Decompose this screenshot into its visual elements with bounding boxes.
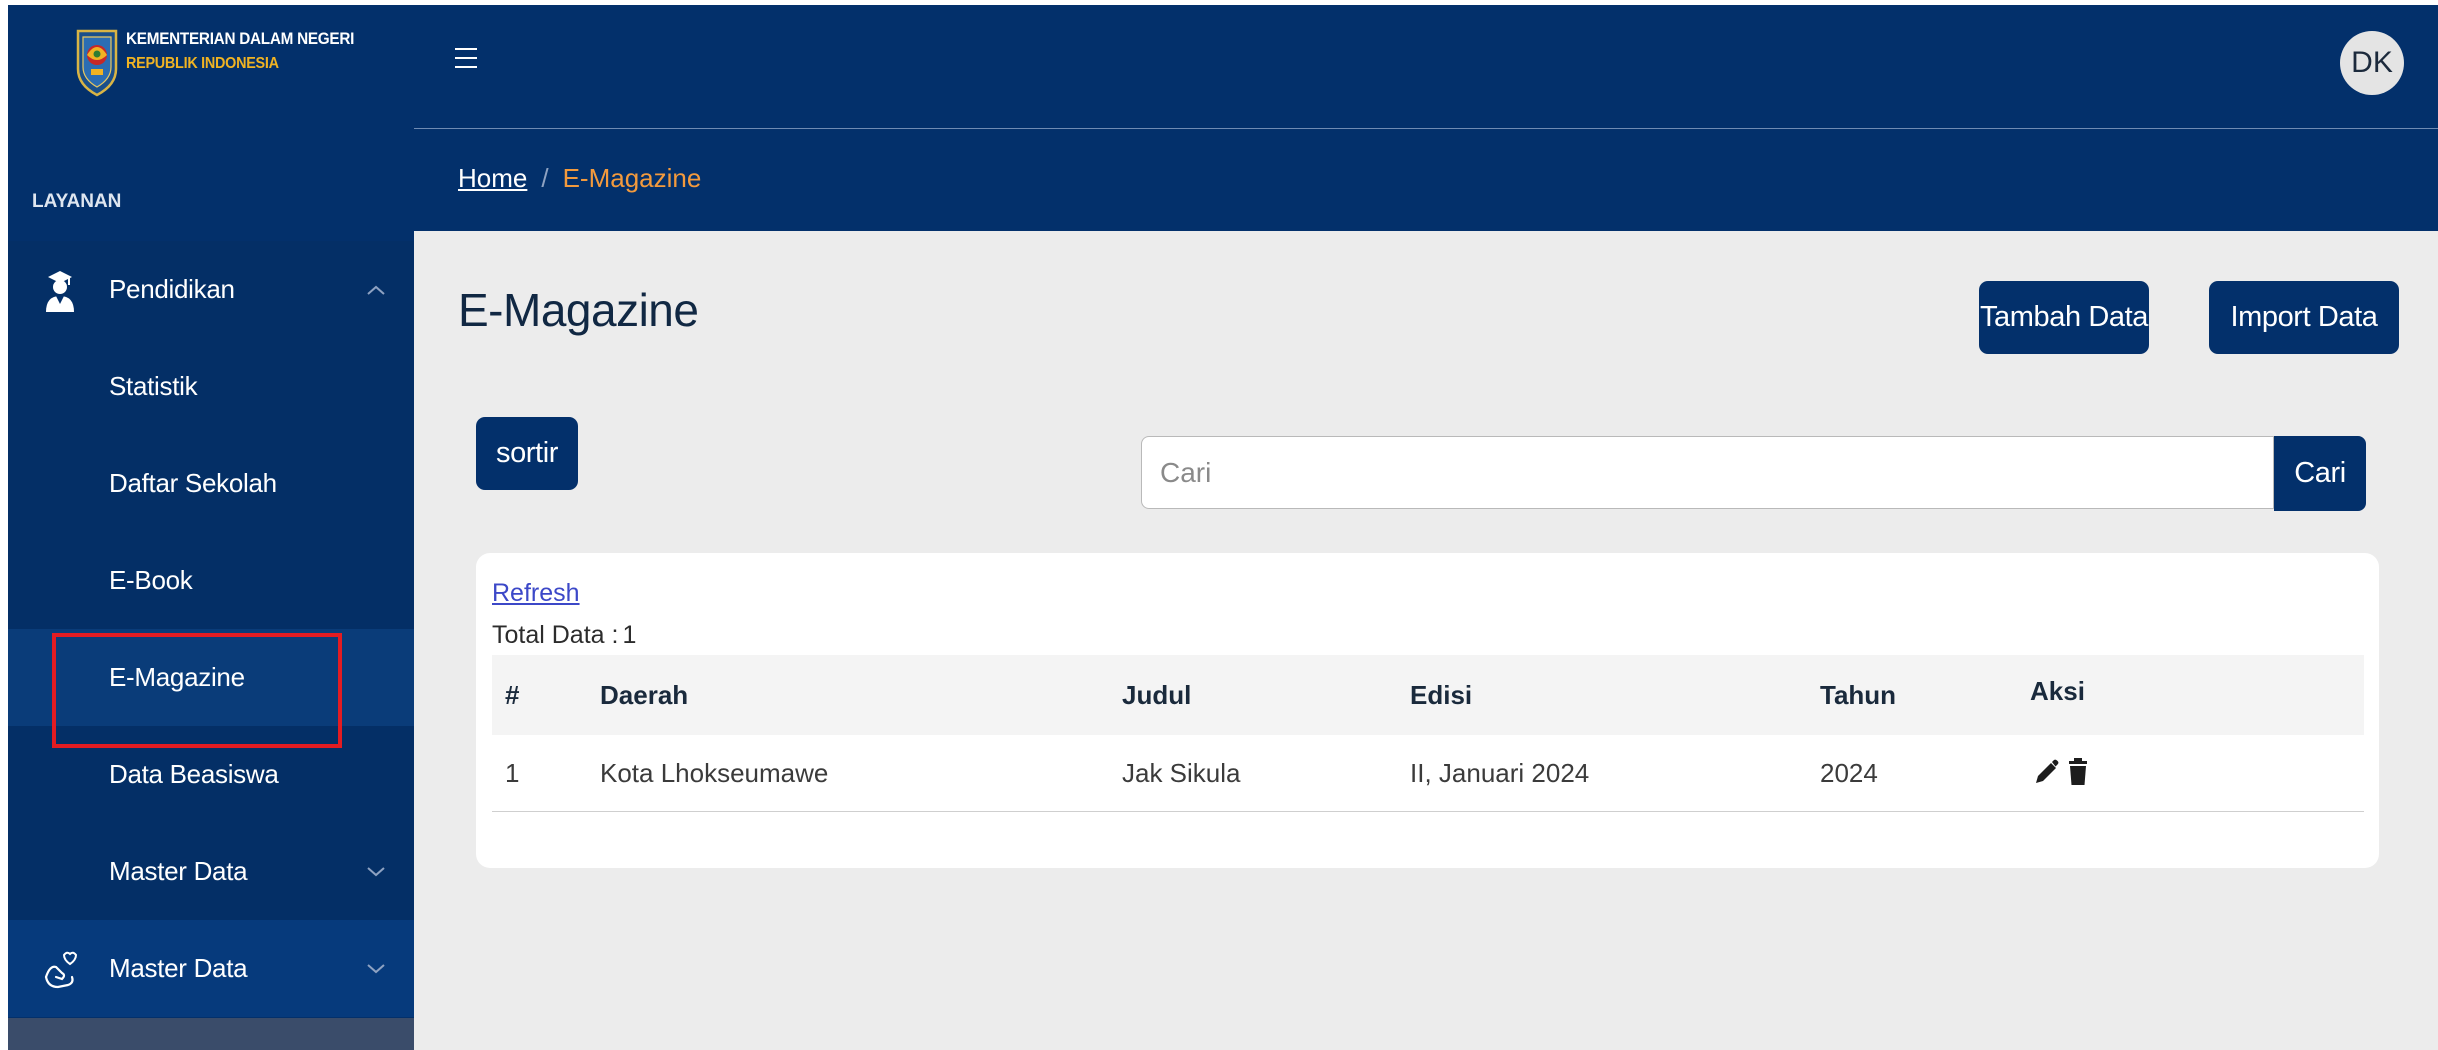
sidebar-item-data-beasiswa[interactable]: Data Beasiswa (8, 726, 414, 823)
sidebar-menu: Pendidikan Statistik Daftar Sekolah E-Bo… (8, 241, 414, 1017)
column-header-aksi: Aksi (2030, 675, 2085, 706)
sidebar-item-master-data[interactable]: Master Data (8, 920, 414, 1017)
table-row: 1 Kota Lhokseumawe Jak Sikula II, Januar… (492, 735, 2364, 812)
sidebar: KEMENTERIAN DALAM NEGERI REPUBLIK INDONE… (8, 5, 414, 1050)
total-data: Total Data : 1 (492, 621, 636, 650)
search-button[interactable]: Cari (2274, 436, 2366, 511)
sidebar-item-statistik[interactable]: Statistik (8, 338, 414, 435)
sidebar-item-label: E-Book (109, 565, 193, 595)
sidebar-section-label: LAYANAN (32, 191, 122, 212)
sidebar-item-master-data-sub[interactable]: Master Data (8, 823, 414, 920)
sidebar-item-e-book[interactable]: E-Book (8, 532, 414, 629)
sort-button[interactable]: sortir (476, 417, 578, 490)
breadcrumb-separator: / (541, 163, 549, 193)
table-header: # Daerah Judul Edisi Tahun Aksi (492, 655, 2364, 735)
chevron-down-icon (367, 963, 385, 973)
breadcrumb-bar: Home / E-Magazine (414, 129, 2438, 231)
import-data-button[interactable]: Import Data (2209, 281, 2399, 354)
brand-subtitle: REPUBLIK INDONESIA (126, 55, 279, 72)
sidebar-item-label: Data Beasiswa (109, 759, 279, 789)
sidebar-item-label: Master Data (109, 953, 248, 983)
sidebar-item-e-magazine[interactable]: E-Magazine (8, 629, 414, 748)
brand[interactable]: KEMENTERIAN DALAM NEGERI REPUBLIK INDONE… (8, 5, 414, 127)
cell-judul: Jak Sikula (1122, 757, 1241, 788)
garuda-logo-icon (76, 29, 118, 97)
total-label: Total Data : (492, 621, 619, 649)
chevron-down-icon (367, 866, 385, 876)
column-header-edisi[interactable]: Edisi (1410, 655, 1472, 735)
sidebar-item-label: Master Data (109, 856, 248, 886)
breadcrumb: Home / E-Magazine (458, 163, 701, 194)
column-header-judul[interactable]: Judul (1122, 655, 1191, 735)
search-input[interactable] (1141, 436, 2274, 509)
sidebar-item-daftar-sekolah[interactable]: Daftar Sekolah (8, 435, 414, 532)
menu-group-pendidikan: Pendidikan Statistik Daftar Sekolah E-Bo… (8, 241, 414, 920)
hand-heart-icon (44, 951, 78, 988)
sidebar-item-label: E-Magazine (109, 662, 245, 692)
page-title: E-Magazine (458, 284, 699, 336)
sidebar-item-label: Daftar Sekolah (109, 468, 277, 498)
column-header-daerah[interactable]: Daerah (600, 655, 688, 735)
refresh-link[interactable]: Refresh (492, 579, 580, 608)
hamburger-icon[interactable] (454, 45, 480, 71)
cell-daerah: Kota Lhokseumawe (600, 757, 829, 788)
column-header-tahun[interactable]: Tahun (1820, 655, 1896, 735)
top-header: DK (414, 5, 2438, 129)
chevron-up-icon (367, 285, 385, 295)
graduate-icon (46, 270, 74, 312)
cell-number: 1 (505, 757, 520, 788)
sidebar-item-label: Statistik (109, 371, 198, 401)
brand-title: KEMENTERIAN DALAM NEGERI (126, 29, 355, 48)
add-data-button[interactable]: Tambah Data (1979, 281, 2149, 354)
user-avatar[interactable]: DK (2340, 31, 2404, 95)
menu-lines-icon (455, 48, 477, 68)
data-card: Refresh Total Data : 1 # Daerah Judul Ed… (476, 553, 2379, 868)
cell-tahun: 2024 (1820, 757, 1878, 788)
pencil-icon[interactable] (2032, 757, 2060, 787)
cell-edisi: II, Januari 2024 (1410, 757, 1590, 788)
total-value: 1 (622, 621, 637, 649)
main-content: E-Magazine Tambah Data Import Data sorti… (414, 231, 2438, 1050)
breadcrumb-current: E-Magazine (562, 163, 702, 193)
sidebar-footer (8, 1018, 414, 1050)
breadcrumb-home-link[interactable]: Home (458, 163, 527, 194)
sidebar-item-pendidikan[interactable]: Pendidikan (8, 241, 414, 338)
trash-icon[interactable] (2064, 757, 2092, 787)
column-header-number[interactable]: # (505, 655, 519, 735)
sidebar-item-label: Pendidikan (109, 274, 235, 304)
app-frame: KEMENTERIAN DALAM NEGERI REPUBLIK INDONE… (8, 5, 2438, 1050)
